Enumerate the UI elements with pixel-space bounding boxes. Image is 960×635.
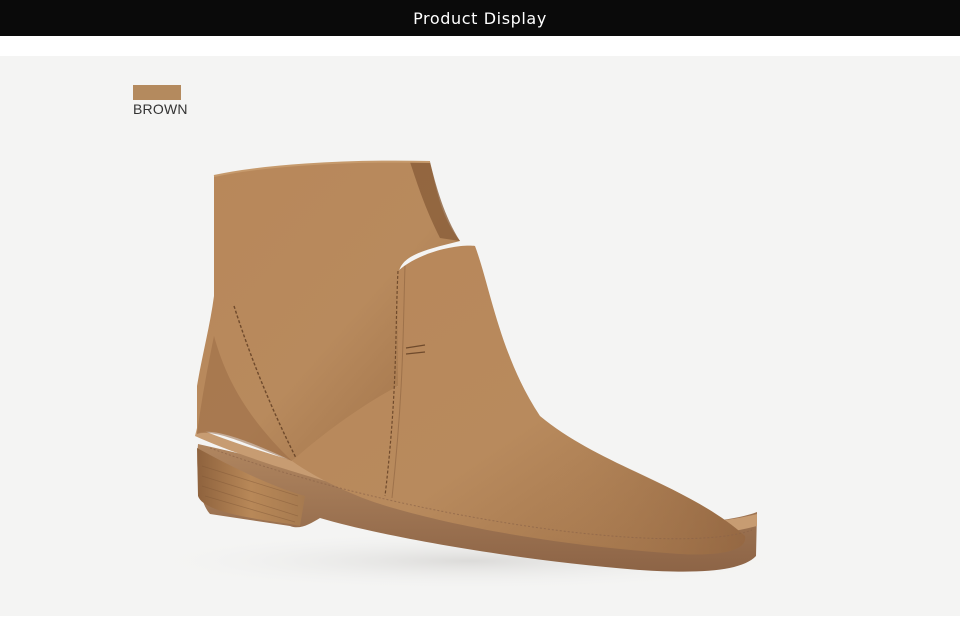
boot-product-image [140, 160, 800, 591]
page-title: Product Display [413, 8, 547, 28]
header-bar: Product Display [0, 0, 960, 36]
product-photo-panel: BROWN [0, 56, 960, 616]
